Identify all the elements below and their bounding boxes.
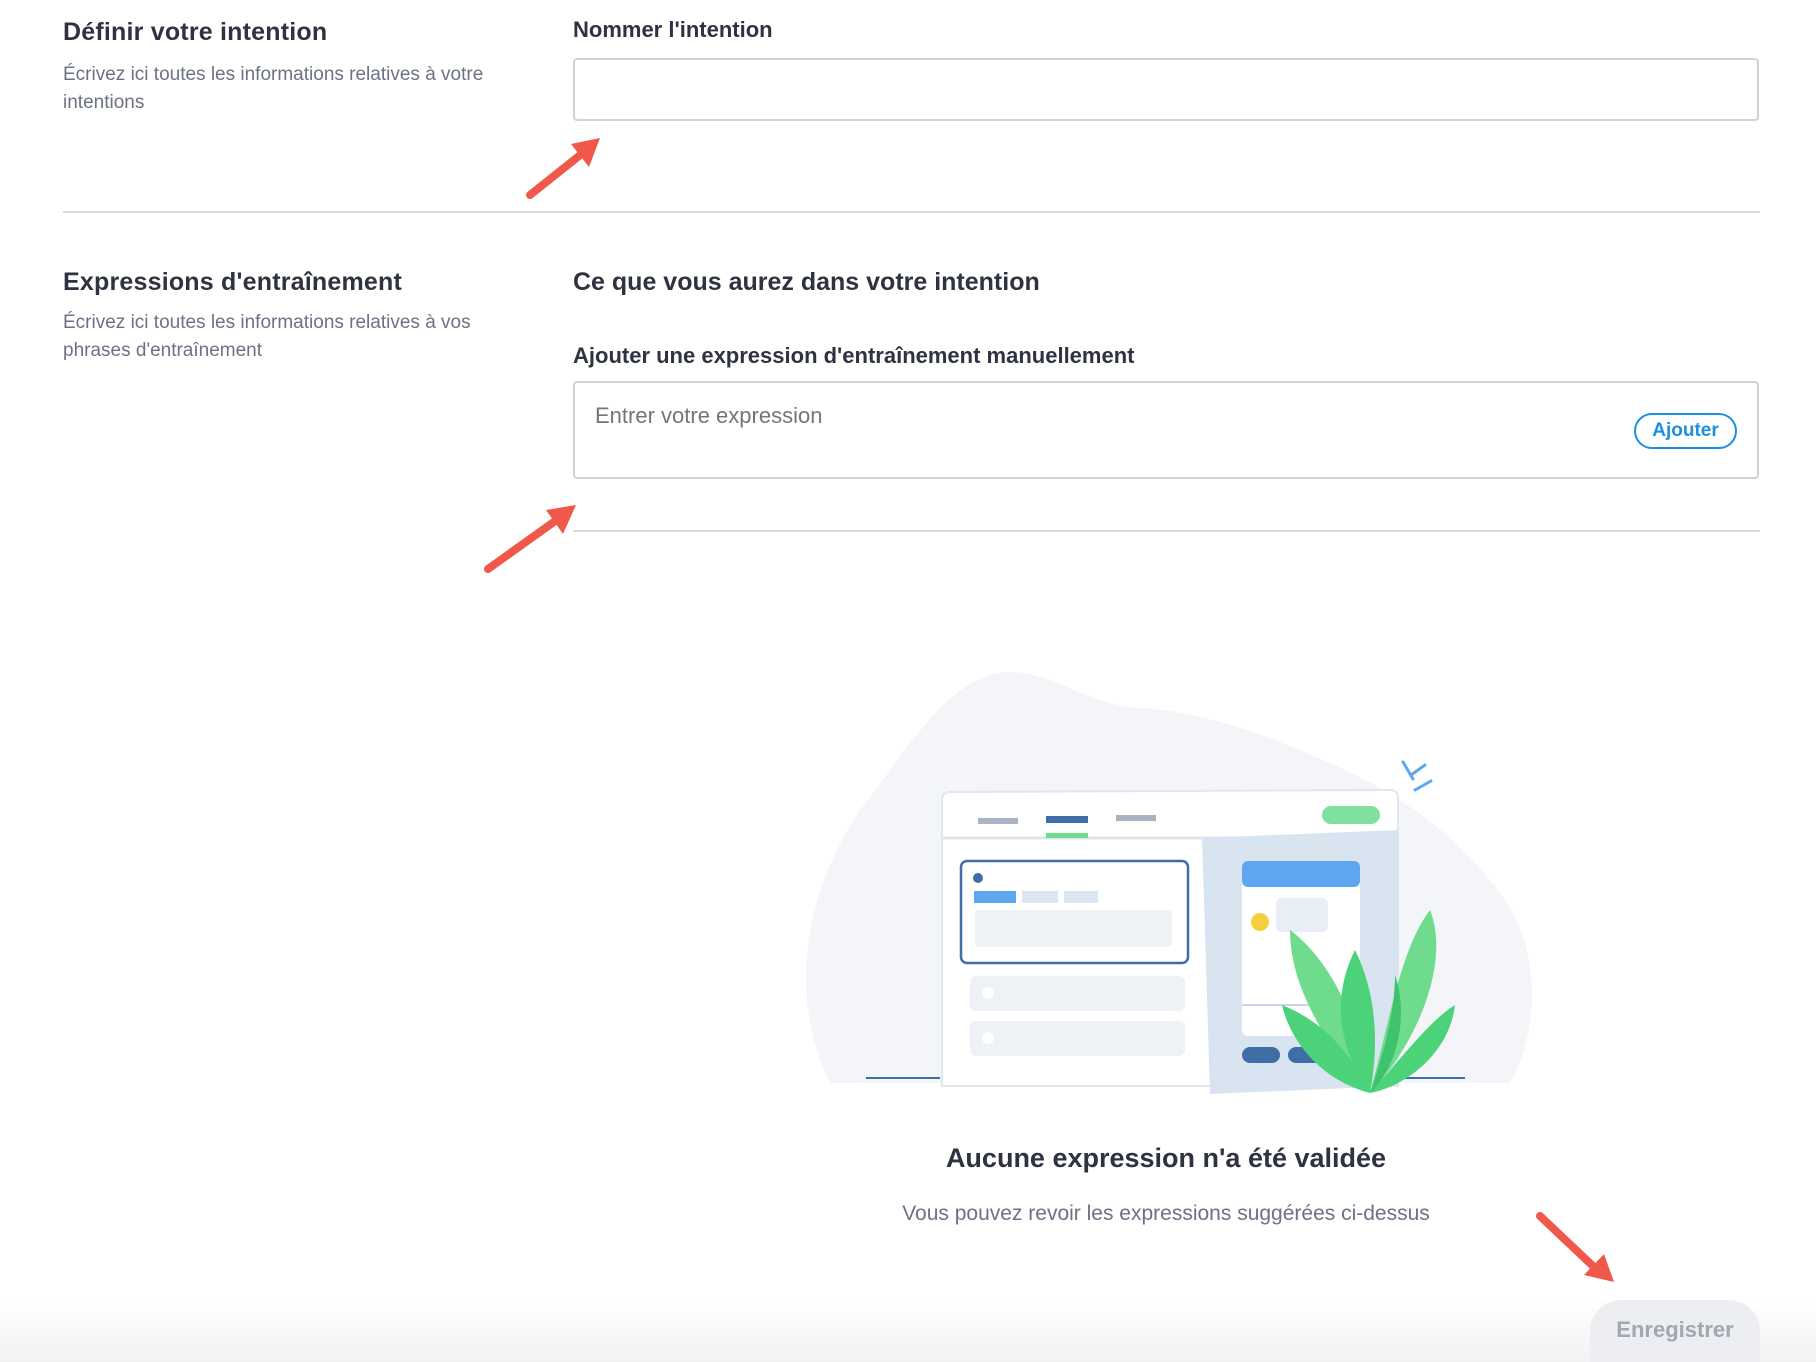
annotation-arrow-icon	[484, 505, 576, 573]
annotation-arrow-icon	[1536, 1212, 1614, 1282]
annotation-arrow-icon	[526, 138, 600, 199]
annotation-arrows	[484, 138, 1614, 1282]
